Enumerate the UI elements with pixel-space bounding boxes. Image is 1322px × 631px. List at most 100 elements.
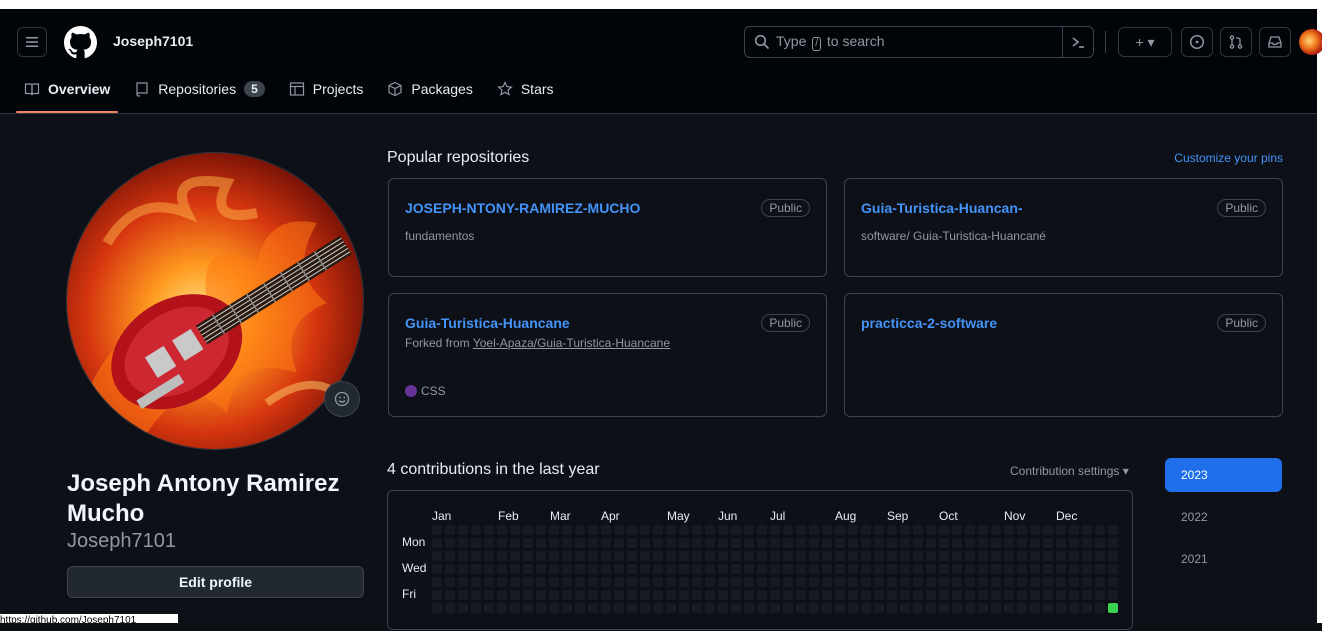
contribution-cell[interactable] (523, 590, 533, 600)
contribution-cell[interactable] (666, 590, 676, 600)
contribution-cell[interactable] (692, 564, 702, 574)
contribution-cell[interactable] (1056, 577, 1066, 587)
contribution-cell[interactable] (575, 577, 585, 587)
contribution-cell[interactable] (601, 590, 611, 600)
contribution-cell[interactable] (952, 551, 962, 561)
contribution-cell[interactable] (666, 538, 676, 548)
contribution-cell[interactable] (679, 551, 689, 561)
year-2021-button[interactable]: 2021 (1165, 542, 1282, 576)
contribution-cell[interactable] (978, 538, 988, 548)
contribution-cell[interactable] (679, 525, 689, 535)
contribution-cell[interactable] (718, 525, 728, 535)
contribution-cell[interactable] (1056, 538, 1066, 548)
contribution-cell[interactable] (861, 590, 871, 600)
contribution-cell[interactable] (1017, 603, 1027, 613)
contribution-cell[interactable] (679, 564, 689, 574)
contribution-cell[interactable] (510, 603, 520, 613)
contribution-cell[interactable] (1095, 577, 1105, 587)
repo-name-link[interactable]: JOSEPH-NTONY-RAMIREZ-MUCHO (405, 200, 640, 216)
contribution-cell[interactable] (1108, 590, 1118, 600)
contribution-cell[interactable] (575, 564, 585, 574)
contribution-cell[interactable] (913, 590, 923, 600)
contribution-cell[interactable] (1043, 603, 1053, 613)
set-status-button[interactable] (324, 381, 360, 417)
contribution-cell[interactable] (679, 577, 689, 587)
contribution-cell[interactable] (783, 538, 793, 548)
contribution-cell[interactable] (640, 525, 650, 535)
contribution-cell[interactable] (835, 551, 845, 561)
contribution-cell[interactable] (549, 525, 559, 535)
contribution-cell[interactable] (627, 577, 637, 587)
contribution-cell[interactable] (835, 538, 845, 548)
contribution-cell[interactable] (536, 538, 546, 548)
tab-packages[interactable]: Packages (379, 73, 480, 105)
contribution-cell[interactable] (822, 538, 832, 548)
contribution-cell[interactable] (614, 564, 624, 574)
contribution-cell[interactable] (796, 603, 806, 613)
contribution-cell[interactable] (874, 577, 884, 587)
contribution-cell[interactable] (588, 590, 598, 600)
contribution-cell[interactable] (718, 564, 728, 574)
contribution-cell[interactable] (653, 590, 663, 600)
contribution-cell[interactable] (952, 577, 962, 587)
contribution-cell[interactable] (523, 525, 533, 535)
contribution-cell[interactable] (861, 538, 871, 548)
contribution-cell[interactable] (653, 551, 663, 561)
contribution-cell[interactable] (822, 551, 832, 561)
contribution-cell[interactable] (1030, 525, 1040, 535)
contribution-cell[interactable] (848, 603, 858, 613)
contribution-cell[interactable] (458, 525, 468, 535)
contribution-cell[interactable] (614, 538, 624, 548)
contribution-cell[interactable] (445, 538, 455, 548)
contribution-cell[interactable] (965, 577, 975, 587)
contribution-cell[interactable] (484, 538, 494, 548)
contribution-cell[interactable] (900, 538, 910, 548)
user-avatar-menu[interactable] (1299, 29, 1322, 55)
contribution-cell[interactable] (835, 525, 845, 535)
contribution-cell[interactable] (991, 603, 1001, 613)
contribution-cell[interactable] (1082, 590, 1092, 600)
contribution-cell[interactable] (497, 603, 507, 613)
contribution-cell[interactable] (432, 525, 442, 535)
contribution-cell[interactable] (1095, 603, 1105, 613)
contribution-cell[interactable] (744, 525, 754, 535)
contribution-cell[interactable] (679, 603, 689, 613)
contribution-cell[interactable] (1082, 577, 1092, 587)
contribution-cell[interactable] (783, 525, 793, 535)
contribution-cell[interactable] (900, 525, 910, 535)
contribution-cell[interactable] (744, 538, 754, 548)
contribution-cell[interactable] (575, 590, 585, 600)
contribution-cell[interactable] (1043, 551, 1053, 561)
contribution-cell[interactable] (822, 577, 832, 587)
contribution-cell[interactable] (549, 603, 559, 613)
contribution-cell[interactable] (965, 538, 975, 548)
contribution-cell[interactable] (770, 577, 780, 587)
contribution-cell[interactable] (510, 525, 520, 535)
contribution-cell[interactable] (718, 603, 728, 613)
contribution-cell[interactable] (1082, 603, 1092, 613)
contribution-cell[interactable] (588, 564, 598, 574)
contribution-cell[interactable] (497, 590, 507, 600)
contribution-cell[interactable] (640, 577, 650, 587)
contribution-cell[interactable] (614, 603, 624, 613)
contribution-cell[interactable] (757, 551, 767, 561)
contribution-cell[interactable] (601, 538, 611, 548)
contribution-cell[interactable] (614, 590, 624, 600)
contribution-cell[interactable] (445, 551, 455, 561)
contribution-cell[interactable] (887, 564, 897, 574)
contribution-cell[interactable] (874, 525, 884, 535)
contribution-cell[interactable] (965, 551, 975, 561)
contribution-cell[interactable] (432, 551, 442, 561)
contribution-cell[interactable] (744, 551, 754, 561)
contribution-cell[interactable] (1017, 551, 1027, 561)
contribution-cell[interactable] (1017, 564, 1027, 574)
contribution-cell[interactable] (783, 577, 793, 587)
contribution-cell[interactable] (666, 551, 676, 561)
contribution-cell[interactable] (562, 577, 572, 587)
contribution-cell[interactable] (861, 603, 871, 613)
contribution-cell[interactable] (1108, 538, 1118, 548)
contribution-cell[interactable] (432, 577, 442, 587)
contribution-cell[interactable] (562, 564, 572, 574)
contribution-cell[interactable] (809, 590, 819, 600)
contribution-cell[interactable] (796, 577, 806, 587)
